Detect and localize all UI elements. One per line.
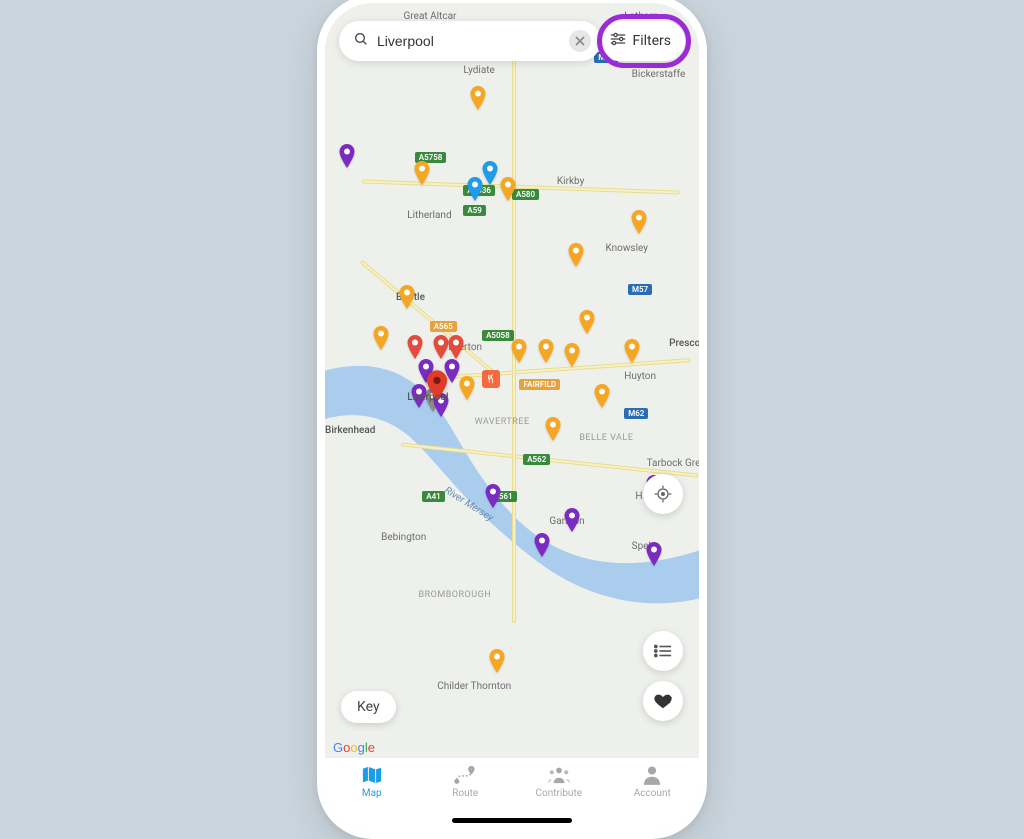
home-indicator (452, 818, 572, 823)
road-shield: A5058 (482, 330, 514, 341)
map-pin[interactable] (537, 339, 555, 363)
map-pin[interactable] (533, 533, 551, 557)
place-label: Bickerstaffe (632, 69, 686, 80)
key-button[interactable]: Key (341, 691, 396, 723)
map-pin[interactable] (398, 285, 416, 309)
map-pin[interactable] (406, 335, 424, 359)
filters-button[interactable]: Filters (598, 21, 685, 61)
map-pin[interactable] (488, 649, 506, 673)
search-icon (353, 31, 369, 51)
search-bar[interactable] (339, 21, 601, 61)
place-label: Lydiate (463, 65, 495, 76)
sliders-icon (610, 32, 626, 50)
tab-bar: Map Route Contribute Account (325, 757, 699, 831)
tab-map[interactable]: Map (325, 764, 419, 831)
search-input[interactable] (377, 33, 561, 49)
map-pin[interactable] (499, 177, 517, 201)
screen: M58A5758A5036A59A580M57A565A5058FAIRFILD… (325, 3, 699, 831)
road-shield: M57 (628, 284, 652, 295)
tab-label: Route (452, 788, 478, 799)
map-pin[interactable] (447, 335, 465, 359)
map-pin[interactable] (338, 144, 356, 168)
map-pin[interactable] (372, 326, 390, 350)
map-pin[interactable] (563, 508, 581, 532)
tab-label: Account (634, 788, 671, 799)
map-pin[interactable] (593, 384, 611, 408)
map-pin[interactable] (484, 484, 502, 508)
poi-restaurant[interactable] (482, 370, 500, 388)
filters-label: Filters (632, 33, 671, 49)
map-pin[interactable] (544, 417, 562, 441)
key-label: Key (357, 699, 380, 715)
map-pin[interactable] (623, 339, 641, 363)
map-pin[interactable] (630, 210, 648, 234)
place-label: Knowsley (606, 243, 648, 254)
map-pin[interactable] (410, 384, 428, 408)
map-pin[interactable] (645, 542, 663, 566)
favourites-button[interactable] (643, 681, 683, 721)
road-shield: A59 (463, 205, 485, 216)
road-shield: M62 (624, 408, 648, 419)
road-shield: A562 (523, 454, 550, 465)
people-icon (547, 764, 571, 786)
tab-account[interactable]: Account (606, 764, 700, 831)
map-pin[interactable] (466, 177, 484, 201)
list-view-button[interactable] (643, 631, 683, 671)
city-marker-liverpool[interactable] (426, 370, 448, 400)
road-shield: FAIRFILD (519, 379, 560, 390)
phone-frame: M58A5758A5036A59A580M57A565A5058FAIRFILD… (317, 0, 707, 839)
map-pin[interactable] (469, 86, 487, 110)
account-icon (643, 764, 661, 786)
road-shield: A565 (430, 321, 457, 332)
route-icon (453, 764, 477, 786)
map-pin[interactable] (413, 161, 431, 185)
map-pin[interactable] (578, 310, 596, 334)
google-attribution: Google (333, 740, 375, 755)
place-label: Litherland (407, 210, 451, 221)
road-shield: A41 (422, 491, 444, 502)
map-pin[interactable] (567, 243, 585, 267)
clear-search-button[interactable] (569, 30, 591, 52)
map-icon (361, 764, 383, 786)
tab-label: Contribute (535, 788, 582, 799)
map-pin[interactable] (510, 339, 528, 363)
map-pin[interactable] (458, 376, 476, 400)
map-pin[interactable] (563, 343, 581, 367)
tab-label: Map (362, 788, 382, 799)
